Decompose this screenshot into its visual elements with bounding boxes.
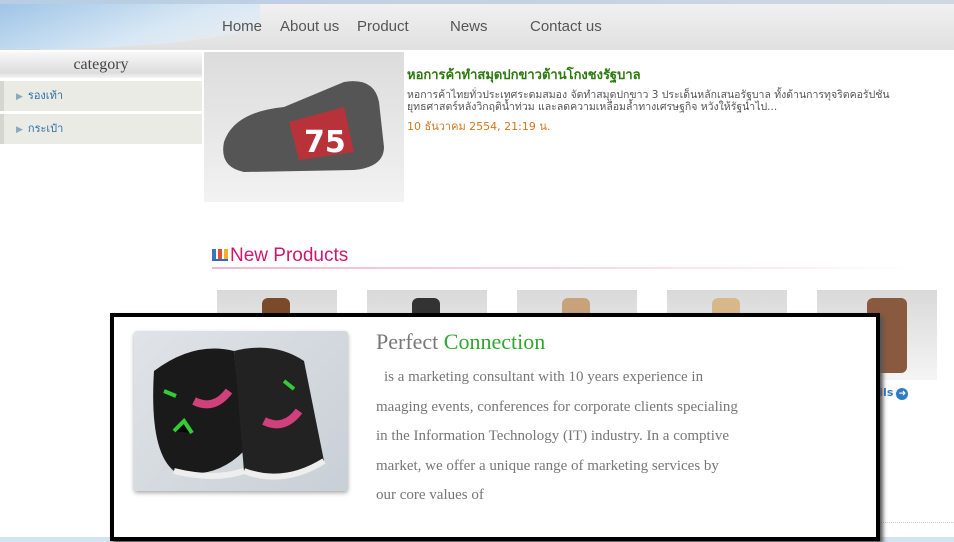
news-summary: หอการค้าไทยทั่วประเทศระดมสมอง จัดทำสมุดป… <box>407 89 947 113</box>
news-summary-line: ยุทธศาสตร์หลังวิกฤติน้ำท่วม และลดความเหล… <box>407 101 778 113</box>
sidebar: category ▶ รองเท้า ▶ กระเป๋า <box>0 52 202 144</box>
header-logo-swoosh <box>0 0 260 50</box>
sidebar-item-label: กระเป๋า <box>27 122 64 135</box>
popup-dialog: Perfect Connection is a marketing consul… <box>110 313 880 541</box>
news-title-link[interactable]: หอการค้าทำสมุดปกขาวต้านโกงชงรัฐบาล <box>407 64 947 85</box>
sidebar-item-shoes[interactable]: ▶ รองเท้า <box>0 81 202 111</box>
divider <box>212 267 912 269</box>
news-summary-line: หอการค้าไทยทั่วประเทศระดมสมอง จัดทำสมุดป… <box>407 89 890 101</box>
new-products-heading: New Products <box>212 245 348 267</box>
popup-title: Perfect Connection <box>376 329 545 355</box>
popup-body-line: market, we offer a unique range of marke… <box>376 457 719 474</box>
nav-contact-us[interactable]: Contact us <box>530 18 602 35</box>
shoe-image: 75 <box>223 81 384 172</box>
nav-home[interactable]: Home <box>222 18 262 35</box>
popup-body-line: maaging events, conferences for corporat… <box>376 398 738 415</box>
news-image[interactable]: 75 <box>204 52 404 202</box>
nav-product[interactable]: Product <box>357 18 409 35</box>
bar-chart-icon <box>212 249 228 261</box>
chevron-right-icon: ▶ <box>16 125 23 135</box>
arrow-right-circle-icon: ➜ <box>896 388 909 400</box>
popup-body-line: in the Information Technology (IT) indus… <box>376 428 730 444</box>
sidebar-item-bags[interactable]: ▶ กระเป๋า <box>0 114 202 144</box>
header-topline <box>0 0 954 4</box>
news-item: หอการค้าทำสมุดปกขาวต้านโกงชงรัฐบาล หอการ… <box>407 64 947 135</box>
news-date: 10 ธันวาคม 2554, 21:19 น. <box>407 120 551 133</box>
chevron-right-icon: ▶ <box>16 92 23 102</box>
divider <box>880 522 954 523</box>
popup-title-gray: Perfect <box>376 329 439 354</box>
sidebar-item-label: รองเท้า <box>27 89 63 102</box>
popup-image <box>134 331 348 491</box>
category-heading: category <box>0 52 202 78</box>
nav-news[interactable]: News <box>450 18 488 35</box>
new-products-title: New Products <box>230 245 349 266</box>
popup-body-line: our core values of <box>376 487 484 503</box>
popup-body-line: is a marketing consultant with 10 years … <box>384 369 704 385</box>
svg-text:75: 75 <box>304 125 346 160</box>
nav-about-us[interactable]: About us <box>280 18 339 35</box>
sneaker-image <box>153 347 326 480</box>
popup-title-green: Connection <box>443 329 546 354</box>
popup-body: is a marketing consultant with 10 years … <box>376 363 796 511</box>
